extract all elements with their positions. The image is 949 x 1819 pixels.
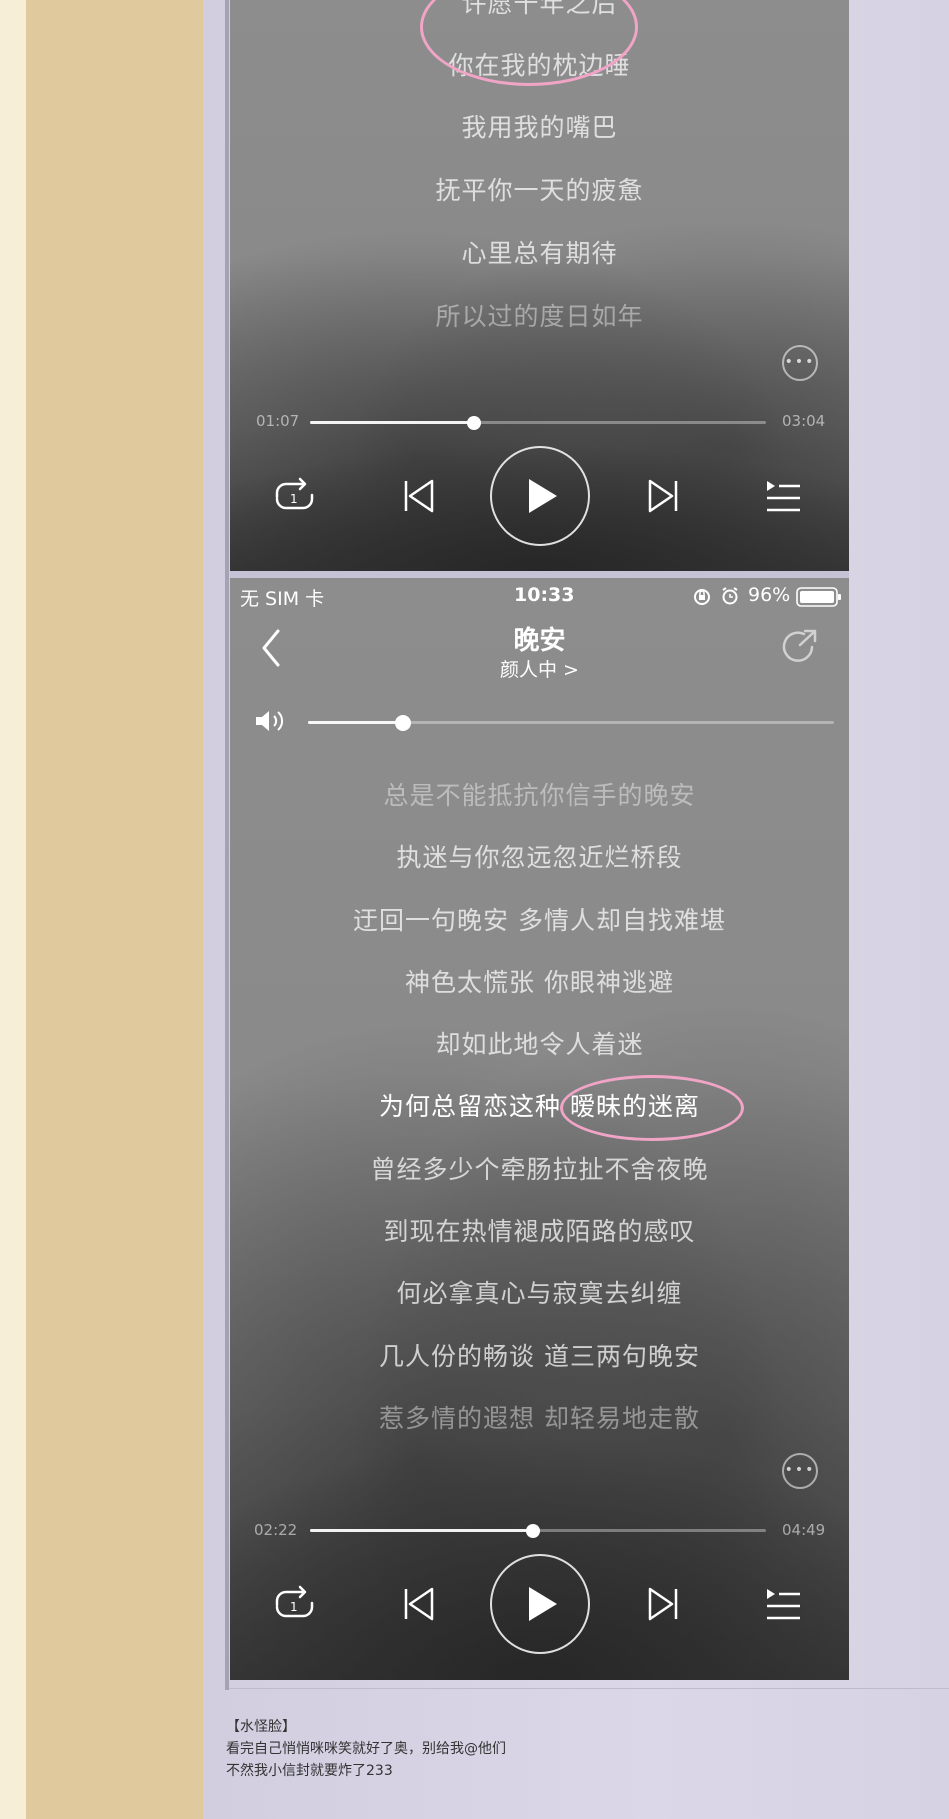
play-button[interactable]	[490, 1554, 590, 1654]
rotation-lock-icon	[694, 589, 710, 605]
next-icon[interactable]	[646, 1586, 680, 1622]
total-time: 03:04	[782, 412, 826, 430]
repeat-one-icon[interactable]: 1	[274, 476, 318, 516]
lyric-line: 神色太慌张 你眼神逃避	[405, 968, 674, 997]
lyric-line: 何必拿真心与寂寞去纠缠	[396, 1279, 683, 1308]
lyric-line: 心里总有期待	[461, 239, 618, 268]
play-button[interactable]	[490, 446, 590, 546]
highlight-circle	[560, 1075, 744, 1141]
play-icon	[529, 1587, 557, 1621]
post-left-rule	[225, 0, 229, 1690]
comment-author: 【水怪脸】	[226, 1719, 296, 1735]
volume-icon[interactable]	[254, 708, 288, 734]
artist-link[interactable]: 颜人中 >	[230, 655, 849, 682]
lyric-line: 我用我的嘴巴	[461, 113, 618, 142]
comment-line: 不然我小信封就要炸了233	[226, 1763, 393, 1779]
music-player-screenshot-2: 无 SIM 卡 10:33 96% 晚安 颜人中 > 总是不能抵抗你信手的晚安 …	[230, 578, 849, 1680]
lyric-line: 迂回一句晚安 多情人却自找难堪	[353, 906, 726, 935]
progress-fill	[310, 421, 475, 424]
more-icon[interactable]: •••	[782, 1453, 818, 1489]
status-time: 10:33	[514, 584, 575, 606]
progress-bar[interactable]	[310, 415, 766, 430]
share-icon[interactable]	[780, 627, 820, 667]
playlist-icon[interactable]	[764, 478, 802, 514]
playlist-icon[interactable]	[764, 1586, 802, 1622]
post-divider	[229, 1688, 949, 1689]
elapsed-time: 01:07	[256, 412, 300, 430]
song-title: 晚安	[513, 626, 566, 656]
previous-icon[interactable]	[402, 1586, 436, 1622]
progress-thumb[interactable]	[526, 1523, 541, 1538]
lyric-line: 却如此地令人着迷	[435, 1030, 644, 1059]
comment-line: 看完自己悄悄咪咪笑就好了奥，别给我@他们	[226, 1741, 506, 1757]
lyric-line: 总是不能抵抗你信手的晚安	[383, 781, 696, 810]
left-sidebar-column	[26, 0, 203, 1819]
lyric-line: 惹多情的遐想 却轻易地走散	[379, 1404, 700, 1433]
lyric-line: 曾经多少个牵肠拉扯不舍夜晚	[370, 1155, 709, 1184]
carrier-label: 无 SIM 卡	[240, 588, 325, 610]
next-icon[interactable]	[646, 478, 680, 514]
progress-thumb[interactable]	[467, 415, 482, 430]
more-icon[interactable]: •••	[782, 345, 818, 381]
lyric-line: 所以过的度日如年	[435, 302, 644, 331]
lyric-line: 执迷与你忽远忽近烂桥段	[396, 843, 683, 872]
elapsed-time: 02:22	[254, 1521, 298, 1539]
lyric-line: 几人份的畅谈 道三两句晚安	[379, 1342, 700, 1371]
play-icon	[529, 479, 557, 513]
progress-fill	[310, 1529, 534, 1532]
battery-percent: 96%	[748, 584, 791, 606]
repeat-one-icon[interactable]: 1	[274, 1584, 318, 1624]
battery-icon	[796, 587, 841, 607]
svg-text:1: 1	[290, 1600, 298, 1614]
screenshot-divider	[230, 571, 849, 578]
current-lyric-line: 为何总留恋这种 暧昧的迷离	[379, 1092, 700, 1121]
alarm-icon	[722, 587, 738, 605]
volume-slider[interactable]	[308, 714, 834, 731]
total-time: 04:49	[782, 1521, 826, 1539]
lyric-line: 到现在热情褪成陌路的感叹	[383, 1217, 696, 1246]
volume-fill	[308, 721, 403, 724]
previous-icon[interactable]	[402, 478, 436, 514]
page-left-edge	[0, 0, 26, 1819]
music-player-screenshot-1: 许愿千年之后 你在我的枕边睡 我用我的嘴巴 抚平你一天的疲惫 心里总有期待 所以…	[230, 0, 849, 571]
volume-thumb[interactable]	[394, 714, 411, 731]
progress-bar[interactable]	[310, 1523, 766, 1538]
lyric-line: 抚平你一天的疲惫	[435, 176, 644, 205]
svg-text:1: 1	[290, 492, 298, 506]
